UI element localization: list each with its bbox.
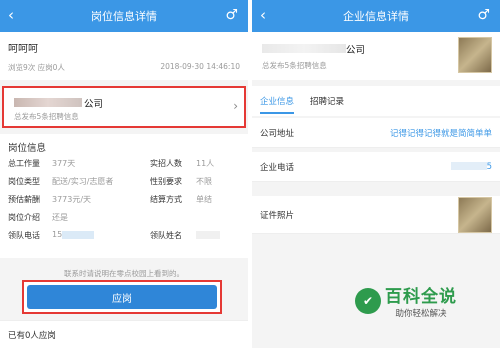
job-detail-screen: ‹ 岗位信息详情 ♂ 呵呵呵 浏览9次 应岗0人 2018-09-30 14:4… [0, 0, 248, 348]
info-value: 单结 [196, 195, 212, 204]
license-photo[interactable] [458, 197, 492, 233]
leader-phone[interactable]: 15 [52, 230, 95, 242]
info-key: 领队姓名 [150, 231, 182, 240]
company-name-redacted [262, 44, 346, 53]
watermark-subtitle: 助你轻松解决 [395, 309, 447, 319]
info-value: 3773元/天 [52, 195, 92, 204]
job-summary: 呵呵呵 浏览9次 应岗0人 2018-09-30 14:46:10 [0, 32, 248, 80]
info-key: 领队电话 [8, 231, 40, 240]
back-chevron-icon[interactable]: ‹ [260, 6, 266, 24]
tab-company-info[interactable]: 企业信息 [260, 95, 295, 114]
phone-row: 企业电话 5 [252, 152, 500, 182]
job-detail-header: ‹ 岗位信息详情 ♂ [0, 0, 248, 32]
job-title: 呵呵呵 [8, 44, 38, 55]
chevron-right-icon: › [233, 99, 238, 113]
company-tabs: 企业信息 招聘记录 [252, 86, 500, 116]
info-value: 配送/实习/志愿者 [52, 177, 114, 186]
header-title: 岗位信息详情 [91, 10, 157, 23]
info-row: 岗位类型 配送/实习/志愿者 性别要求 不限 [8, 176, 240, 188]
job-info-section: 岗位信息 总工作量 377天 实招人数 11人 岗位类型 配送/实习/志愿者 性… [0, 134, 248, 258]
company-name-redacted [14, 98, 82, 107]
info-row: 总工作量 377天 实招人数 11人 [8, 158, 240, 170]
company-logo-image [458, 37, 492, 73]
address-value[interactable]: 记得记得记得就是简简单单 [390, 127, 492, 139]
contact-notice: 联系时请说明在零点校园上看到的。 [64, 269, 184, 278]
phone-value[interactable]: 5 [450, 161, 492, 172]
phone-redaction [62, 230, 95, 239]
info-key: 总工作量 [8, 159, 40, 168]
info-value: 还是 [52, 213, 68, 222]
watermark-title: 百科全说 [385, 287, 457, 307]
info-value: 11人 [196, 159, 215, 168]
info-key: 岗位介绍 [8, 213, 40, 222]
company-card[interactable]: 公司 总发布5条招聘信息 › [2, 86, 246, 128]
watermark: ✔ 百科全说 助你轻松解决 [355, 282, 457, 319]
address-row: 公司地址 记得记得记得就是简简单单 [252, 118, 500, 148]
apply-button[interactable]: 应岗 [27, 285, 217, 309]
company-name-suffix: 公司 [84, 99, 104, 110]
company-name-suffix: 公司 [346, 45, 366, 56]
male-icon: ♂ [225, 7, 238, 23]
male-icon: ♂ [477, 7, 490, 23]
job-stats: 浏览9次 应岗0人 [8, 63, 65, 72]
info-key: 实招人数 [150, 159, 182, 168]
info-key: 性别要求 [150, 177, 182, 186]
phone-label: 企业电话 [260, 162, 295, 173]
leader-name-redacted [196, 230, 220, 239]
company-post-count: 总发布5条招聘信息 [14, 112, 79, 121]
info-value: 377天 [52, 159, 76, 168]
applied-count: 已有0人应岗 [0, 320, 248, 348]
watermark-logo-icon: ✔ [355, 287, 381, 314]
back-chevron-icon[interactable]: ‹ [8, 6, 14, 24]
license-row: 证件照片 [252, 196, 500, 234]
info-key: 预估薪酬 [8, 195, 40, 204]
tab-recruit-records[interactable]: 招聘记录 [310, 95, 344, 107]
phone-redaction [450, 162, 487, 170]
company-detail-header: ‹ 企业信息详情 ♂ [252, 0, 500, 32]
section-title: 岗位信息 [8, 143, 47, 154]
info-value: 不限 [196, 177, 212, 186]
info-key: 岗位类型 [8, 177, 40, 186]
job-date: 2018-09-30 14:46:10 [160, 62, 240, 71]
leader-phone-value: 15 [52, 230, 63, 239]
company-summary: 公司 总发布5条招聘信息 [252, 32, 500, 80]
address-label: 公司地址 [260, 128, 295, 139]
info-key: 结算方式 [150, 195, 182, 204]
header-title: 企业信息详情 [343, 10, 409, 23]
company-post-count: 总发布5条招聘信息 [262, 61, 327, 70]
apply-highlight: 应岗 [22, 280, 222, 314]
info-row: 领队电话 15 领队姓名 [8, 230, 240, 242]
phone-value-tail: 5 [486, 161, 492, 172]
license-label: 证件照片 [260, 210, 295, 221]
info-row: 岗位介绍 还是 [8, 212, 240, 224]
info-row: 预估薪酬 3773元/天 结算方式 单结 [8, 194, 240, 206]
